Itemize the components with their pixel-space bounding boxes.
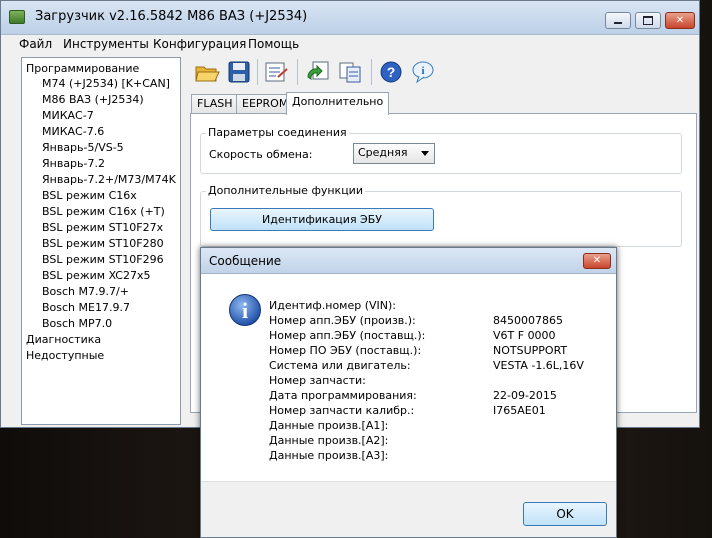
write-ecu-icon [307, 61, 329, 81]
svg-text:?: ? [387, 64, 396, 80]
tree-item[interactable]: Январь-5/VS-5 [42, 140, 124, 155]
chevron-down-icon [421, 151, 429, 156]
window-title: Загрузчик v2.16.5842 M86 ВАЗ (+J2534) [35, 9, 308, 24]
dialog-title-bar[interactable]: Сообщение ✕ [201, 248, 616, 274]
speed-value: Средняя [358, 146, 408, 159]
tree-item[interactable]: BSL режим ST10F27x [42, 220, 163, 235]
menu-bar: Файл Инструменты Конфигурация Помощь [1, 35, 699, 53]
dialog-row-label: Номер запчасти калибр.: [269, 404, 415, 417]
functions-group-title: Дополнительные функции [206, 184, 365, 197]
tree-item[interactable]: BSL режим C16x (+T) [42, 204, 165, 219]
toolbar-separator [257, 59, 258, 85]
dialog-row-value: V6T F 0000 [493, 329, 556, 342]
minimize-button[interactable] [605, 12, 631, 29]
tree-item[interactable]: BSL режим XC27x5 [42, 268, 151, 283]
info-icon: i [229, 294, 261, 326]
tree-item[interactable]: МИКАС-7 [42, 108, 94, 123]
open-folder-button[interactable] [194, 59, 222, 85]
save-button[interactable] [226, 59, 254, 85]
write-ecu-button[interactable] [305, 59, 333, 85]
menu-tools[interactable]: Инструменты [63, 37, 149, 51]
tree-root-diagnostics[interactable]: Диагностика [26, 332, 101, 347]
toolbar-separator [297, 59, 298, 85]
dialog-row-label: Номер ПО ЭБУ (поставщ.): [269, 344, 422, 357]
dialog-row-label: Номер запчасти: [269, 374, 366, 387]
menu-file[interactable]: Файл [19, 37, 52, 51]
dialog-row-value: NOTSUPPORT [493, 344, 568, 357]
svg-text:i: i [421, 65, 424, 77]
ok-button[interactable]: OK [523, 502, 607, 526]
dialog-row-value: 8450007865 [493, 314, 563, 327]
dialog-row-label: Номер апп.ЭБУ (произв.): [269, 314, 416, 327]
info-icon: i [412, 61, 434, 84]
tree-item[interactable]: МИКАС-7.6 [42, 124, 104, 139]
dialog-row-label: Система или двигатель: [269, 359, 411, 372]
close-button[interactable]: ✕ [665, 12, 695, 29]
dialog-row-label: Данные произв.[A2]: [269, 434, 389, 447]
tab-flash[interactable]: FLASH [191, 94, 239, 114]
dialog-row-label: Данные произв.[A1]: [269, 419, 389, 432]
dialog-close-button[interactable]: ✕ [583, 253, 611, 269]
tree-item[interactable]: BSL режим C16x [42, 188, 137, 203]
tree-item[interactable]: Bosch M7.9.7/+ [42, 284, 129, 299]
tree-root-unavailable[interactable]: Недоступные [26, 348, 104, 363]
maximize-icon [643, 16, 653, 25]
tree-item[interactable]: BSL режим ST10F296 [42, 252, 164, 267]
minimize-icon [614, 22, 622, 24]
tree-item[interactable]: Bosch ME17.9.7 [42, 300, 130, 315]
tree-item[interactable]: Январь-7.2+/M73/M74K [42, 172, 176, 187]
tree-item[interactable]: BSL режим ST10F280 [42, 236, 164, 251]
help-icon: ? [380, 61, 402, 83]
compare-button[interactable] [337, 59, 365, 85]
menu-help[interactable]: Помощь [248, 37, 299, 51]
compare-icon [339, 62, 361, 83]
dialog-row-value: 22-09-2015 [493, 389, 557, 402]
dialog-row-label: Идентиф.номер (VIN): [269, 299, 397, 312]
dialog-row-label: Дата программирования: [269, 389, 417, 402]
identify-ecu-button[interactable]: Идентификация ЭБУ [210, 208, 434, 231]
svg-text:i: i [242, 298, 248, 323]
maximize-button[interactable] [635, 12, 661, 29]
dialog-row-value: VESTA -1.6L,16V [493, 359, 584, 372]
tree-item[interactable]: Январь-7.2 [42, 156, 105, 171]
dialog-row-label: Данные произв.[A3]: [269, 449, 389, 462]
tree-item[interactable]: M74 (+J2534) [K+CAN] [42, 76, 170, 91]
help-button[interactable]: ? [378, 59, 406, 85]
read-ecu-icon [265, 62, 288, 82]
info-button[interactable]: i [410, 59, 438, 85]
tree-item[interactable]: M86 ВАЗ (+J2534) [42, 92, 144, 107]
save-disk-icon [228, 61, 250, 83]
dialog-title: Сообщение [209, 254, 282, 268]
read-ecu-button[interactable] [263, 59, 291, 85]
open-folder-icon [195, 66, 220, 82]
toolbar-separator [371, 59, 372, 85]
tree-root-programming[interactable]: Программирование [26, 61, 139, 76]
tree-item[interactable]: Bosch MP7.0 [42, 316, 112, 331]
mode-tree: Программирование M74 (+J2534) [K+CAN] M8… [21, 57, 181, 425]
dialog-row-label: Номер апп.ЭБУ (поставщ.): [269, 329, 426, 342]
title-bar[interactable]: Загрузчик v2.16.5842 M86 ВАЗ (+J2534) ✕ [1, 1, 699, 35]
dialog-footer: OK [201, 481, 616, 537]
speed-select[interactable]: Средняя [353, 143, 435, 164]
dialog-row-value: I765AE01 [493, 404, 546, 417]
message-dialog: Сообщение ✕ i Идентиф.номер (VIN): Номер… [200, 247, 617, 538]
menu-config[interactable]: Конфигурация [153, 37, 246, 51]
speed-label: Скорость обмена: [209, 148, 313, 161]
app-icon [9, 10, 25, 24]
connection-group-title: Параметры соединения [206, 126, 349, 139]
tab-advanced[interactable]: Дополнительно [286, 92, 390, 115]
